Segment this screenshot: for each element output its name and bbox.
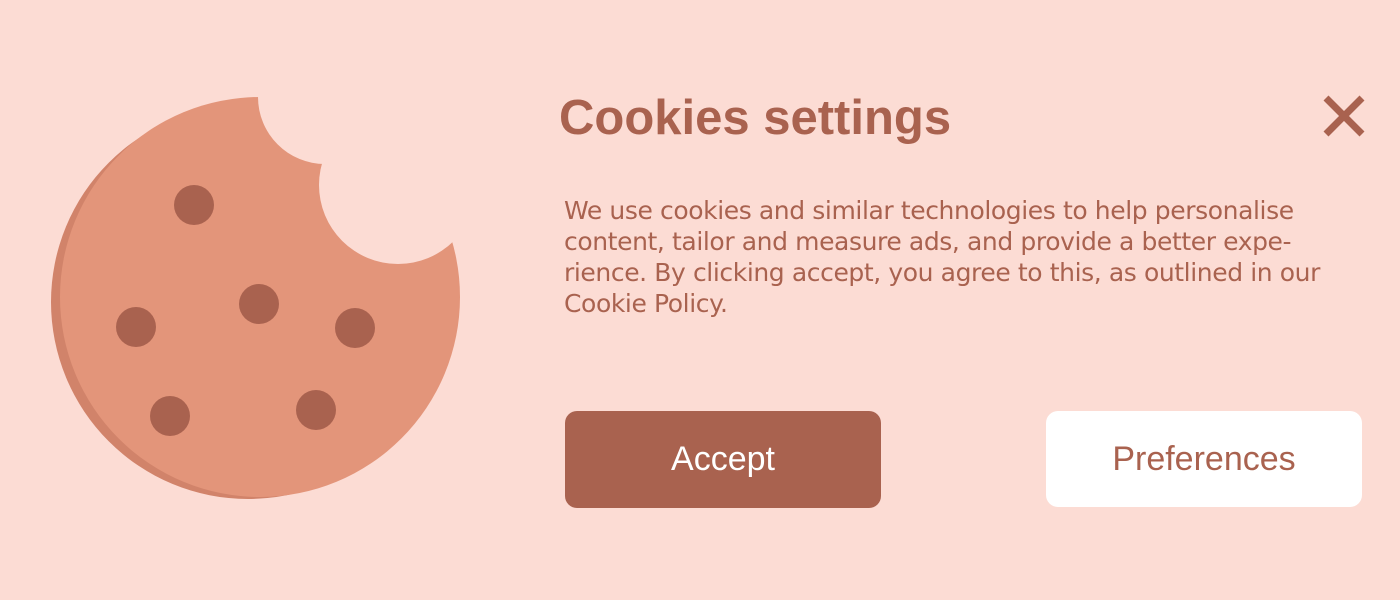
cookie-policy-text: We use cookies and similar technologies … [564,196,1320,318]
chocolate-chip [239,284,279,324]
close-icon [1323,95,1365,137]
dialog-title: Cookies settings [559,91,952,145]
preferences-button[interactable]: Preferences [1046,411,1362,507]
chocolate-chip [116,307,156,347]
cookie-consent-banner: Cookies settings We use cookies and simi… [0,0,1400,600]
chocolate-chip [296,390,336,430]
chocolate-chip [335,308,375,348]
chocolate-chip [174,185,214,225]
chocolate-chip [150,396,190,436]
accept-button[interactable]: Accept [565,411,881,508]
close-button[interactable] [1316,88,1372,144]
bitten-cookie-icon [51,97,460,499]
